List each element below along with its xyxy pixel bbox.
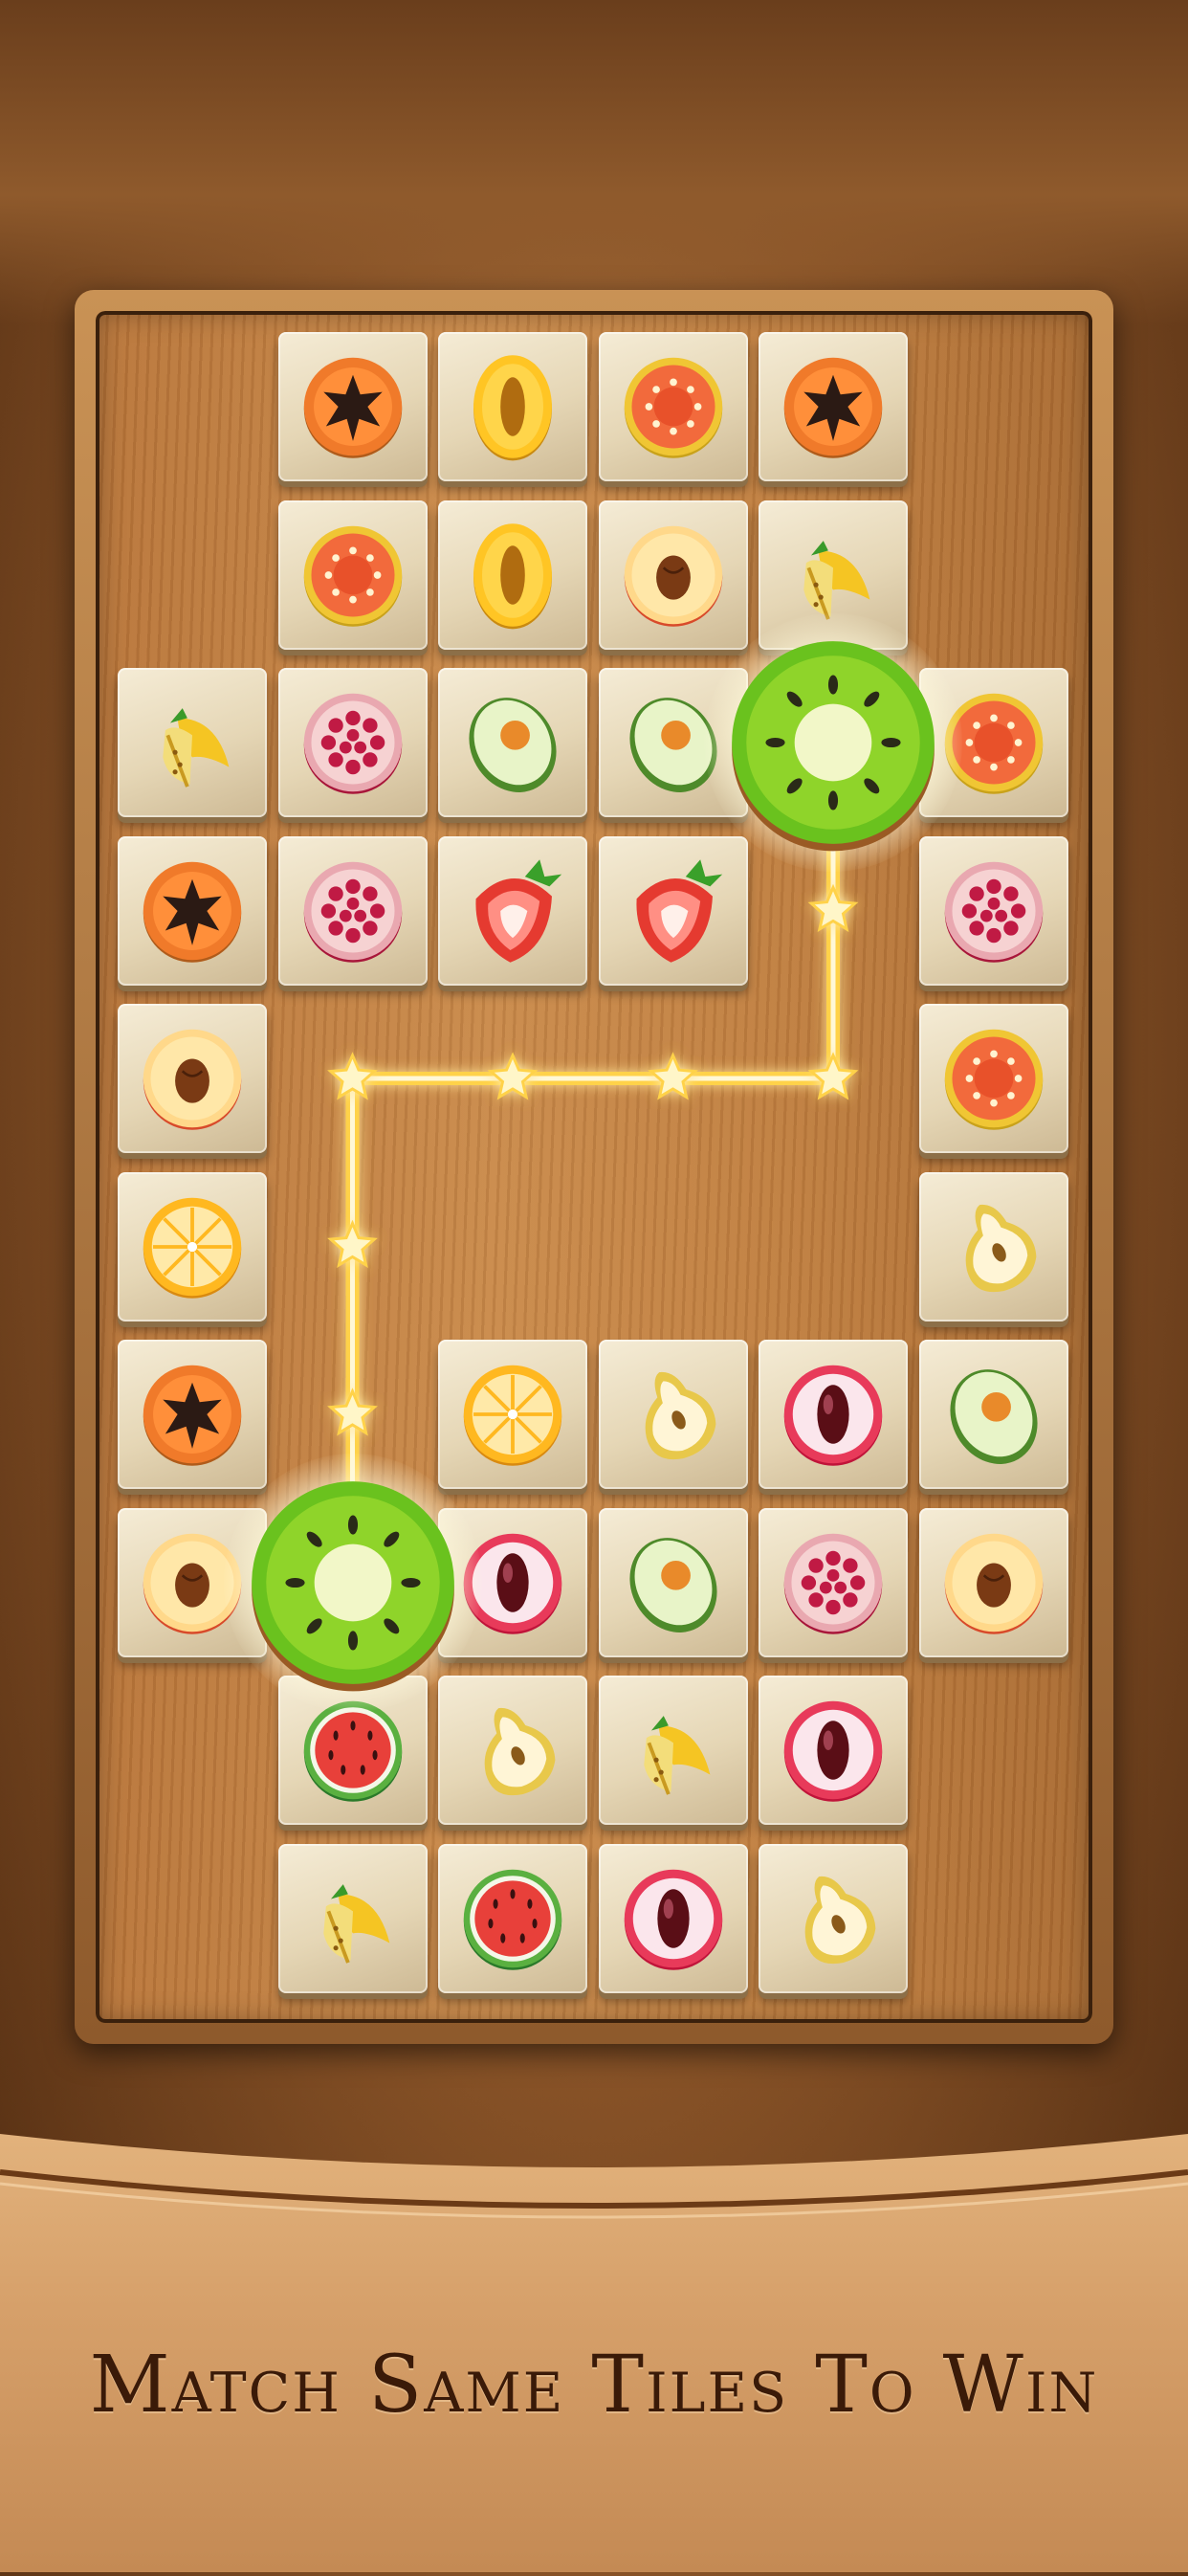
pear-icon	[772, 1857, 894, 1980]
tile-orange[interactable]	[118, 1171, 267, 1321]
banana-icon	[131, 681, 253, 804]
tile-avocado[interactable]	[918, 1340, 1068, 1489]
peach-icon	[612, 514, 735, 636]
watermelon-icon	[451, 1857, 574, 1980]
tile-banana[interactable]	[598, 1676, 748, 1825]
tile-pomegranate[interactable]	[277, 835, 428, 986]
pear-icon	[612, 1353, 735, 1476]
kiwi-icon	[713, 622, 954, 863]
tile-melon[interactable]	[438, 332, 587, 481]
tile-avocado[interactable]	[598, 1507, 748, 1657]
selected-tile-kiwi[interactable]	[704, 613, 962, 872]
tile-pear[interactable]	[598, 1340, 748, 1489]
kiwi-icon	[232, 1462, 473, 1703]
pear-icon	[451, 1689, 574, 1811]
tile-pear[interactable]	[759, 1843, 908, 1993]
tile-strawberry[interactable]	[438, 835, 587, 986]
tile-peach[interactable]	[118, 1004, 267, 1153]
papaya-icon	[131, 1353, 253, 1476]
avocado-icon	[612, 1521, 735, 1644]
tile-lychee[interactable]	[598, 1843, 748, 1993]
lychee-icon	[612, 1857, 735, 1980]
selected-tile-kiwi[interactable]	[223, 1453, 482, 1712]
papaya-icon	[292, 345, 414, 468]
melon-icon	[451, 514, 574, 636]
guava-icon	[292, 514, 414, 636]
tile-guava[interactable]	[598, 332, 748, 481]
orange-icon	[131, 1186, 253, 1308]
tile-pomegranate[interactable]	[759, 1507, 908, 1657]
tile-pomegranate[interactable]	[277, 668, 428, 817]
tile-banana[interactable]	[118, 668, 267, 817]
tile-papaya[interactable]	[118, 835, 267, 986]
pear-icon	[933, 1186, 1055, 1308]
tile-papaya[interactable]	[759, 332, 908, 481]
tile-lychee[interactable]	[759, 1340, 908, 1489]
strawberry-icon	[612, 850, 735, 972]
top-wood-band	[0, 0, 1188, 325]
tile-avocado[interactable]	[438, 668, 587, 817]
tile-pear[interactable]	[918, 1171, 1068, 1321]
tile-watermelon[interactable]	[438, 1843, 587, 1993]
avocado-icon	[933, 1353, 1055, 1476]
game-board	[75, 290, 1113, 2044]
avocado-icon	[451, 681, 574, 804]
pomegranate-icon	[292, 850, 414, 972]
papaya-icon	[131, 850, 253, 972]
guava-icon	[933, 1017, 1055, 1140]
peach-icon	[933, 1521, 1055, 1644]
pomegranate-icon	[292, 681, 414, 804]
lychee-icon	[772, 1689, 894, 1811]
papaya-icon	[772, 345, 894, 468]
tile-banana[interactable]	[277, 1843, 428, 1993]
banana-icon	[612, 1689, 735, 1811]
guava-icon	[612, 345, 735, 468]
tile-peach[interactable]	[918, 1507, 1068, 1657]
strawberry-icon	[451, 850, 574, 972]
tagline: Match Same Tiles To Win	[89, 2340, 1099, 2431]
tile-papaya[interactable]	[277, 332, 428, 481]
pomegranate-icon	[772, 1521, 894, 1644]
tile-guava[interactable]	[277, 500, 428, 650]
board-surface	[96, 311, 1092, 2023]
pomegranate-icon	[933, 850, 1055, 972]
peach-icon	[131, 1017, 253, 1140]
tile-lychee[interactable]	[759, 1676, 908, 1825]
banana-icon	[292, 1857, 414, 1980]
tile-melon[interactable]	[438, 500, 587, 650]
orange-icon	[451, 1353, 574, 1476]
melon-icon	[451, 345, 574, 468]
lychee-icon	[772, 1353, 894, 1476]
tile-guava[interactable]	[918, 1004, 1068, 1153]
